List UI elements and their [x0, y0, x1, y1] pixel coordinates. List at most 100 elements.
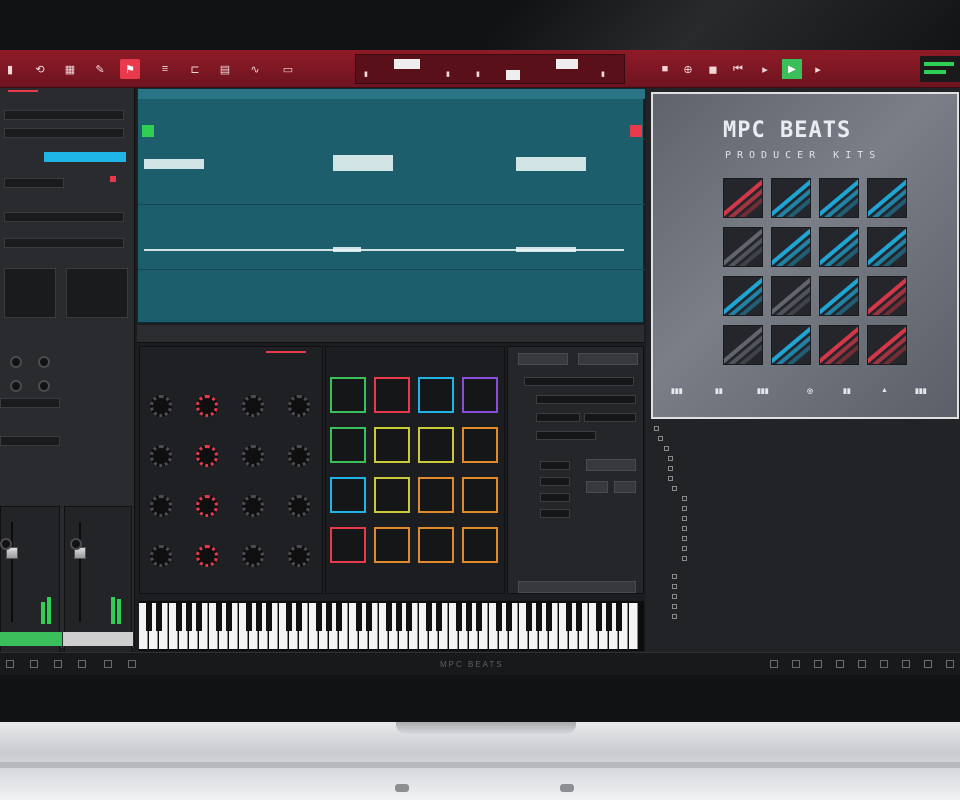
timeline-ruler[interactable] [138, 89, 645, 99]
pad-13[interactable] [330, 377, 366, 413]
black-key[interactable] [596, 603, 602, 631]
kit-tile[interactable] [723, 227, 763, 267]
qlink-knob-16[interactable] [288, 545, 310, 567]
black-key[interactable] [496, 603, 502, 631]
pad-1[interactable] [330, 527, 366, 563]
qlink-knob-9[interactable] [150, 495, 172, 517]
pad-8[interactable] [462, 477, 498, 513]
pan-knob[interactable] [10, 356, 22, 368]
view-icon[interactable] [104, 660, 112, 668]
black-key[interactable] [576, 603, 582, 631]
master-name-strip[interactable] [63, 632, 133, 646]
black-key[interactable] [196, 603, 202, 631]
tab-project[interactable] [266, 351, 306, 353]
black-key[interactable] [356, 603, 362, 631]
black-key[interactable] [316, 603, 322, 631]
panel-icon[interactable] [924, 660, 932, 668]
track-name-strip[interactable] [0, 632, 62, 646]
panel-icon[interactable] [946, 660, 954, 668]
black-key[interactable] [266, 603, 272, 631]
qlink-knob-6[interactable] [196, 445, 218, 467]
pad-9[interactable] [330, 427, 366, 463]
qlink-knob-5[interactable] [150, 445, 172, 467]
pad-param-field[interactable] [524, 377, 634, 386]
play-button[interactable]: ▶ [782, 59, 802, 79]
qlink-knob-2[interactable] [196, 395, 218, 417]
pad-6[interactable] [374, 477, 410, 513]
pad-param-field[interactable] [536, 413, 580, 422]
pad-15[interactable] [418, 377, 454, 413]
view-icon[interactable] [30, 660, 38, 668]
kit-tile[interactable] [867, 178, 907, 218]
note-mode-button[interactable] [578, 353, 638, 365]
black-key[interactable] [406, 603, 412, 631]
send-knob[interactable] [38, 380, 50, 392]
black-key[interactable] [466, 603, 472, 631]
stop-icon[interactable]: ◼ [703, 59, 723, 79]
browser-file[interactable] [682, 536, 690, 543]
kit-tile[interactable] [723, 178, 763, 218]
browser-file[interactable] [682, 546, 690, 553]
track-name-field[interactable] [4, 110, 124, 120]
black-key[interactable] [536, 603, 542, 631]
black-key[interactable] [216, 603, 222, 631]
midi-region[interactable] [333, 247, 361, 252]
qlink-knob-11[interactable] [242, 495, 264, 517]
automation-field[interactable] [0, 398, 60, 408]
counter-field[interactable] [506, 70, 520, 80]
pad-11[interactable] [418, 427, 454, 463]
black-key[interactable] [156, 603, 162, 631]
play-start-icon[interactable]: ▸ [755, 59, 775, 79]
browser-folder[interactable] [672, 584, 680, 591]
qlink-knob-14[interactable] [196, 545, 218, 567]
pad-5[interactable] [330, 477, 366, 513]
black-key[interactable] [396, 603, 402, 631]
browser-file[interactable] [682, 506, 690, 513]
black-key[interactable] [256, 603, 262, 631]
qlink-knob-4[interactable] [288, 395, 310, 417]
browser-folder[interactable] [672, 614, 680, 621]
mixer-pan-knob[interactable] [0, 538, 12, 550]
insert-slot[interactable] [4, 238, 124, 248]
audio-region[interactable] [516, 157, 586, 171]
black-key[interactable] [336, 603, 342, 631]
pad-2[interactable] [374, 527, 410, 563]
record-icon[interactable]: ■ [655, 59, 675, 79]
kit-tile[interactable] [771, 276, 811, 316]
pad-option-button[interactable] [586, 481, 608, 493]
browser-folder[interactable] [654, 426, 662, 433]
browser-folder[interactable] [668, 476, 676, 483]
pad-param-field[interactable] [540, 509, 570, 518]
folder-icon[interactable]: ▭ [278, 59, 298, 79]
pencil-icon[interactable]: ✎ [90, 59, 110, 79]
pad-3[interactable] [418, 527, 454, 563]
black-key[interactable] [456, 603, 462, 631]
pad-mode-button[interactable] [518, 353, 568, 365]
black-key[interactable] [186, 603, 192, 631]
panel-icon[interactable] [792, 660, 800, 668]
kit-tile[interactable] [819, 325, 859, 365]
pad-14[interactable] [374, 377, 410, 413]
browser-file[interactable] [682, 556, 690, 563]
next-icon[interactable]: ▸ [808, 59, 828, 79]
kit-tile[interactable] [819, 276, 859, 316]
kit-tile[interactable] [771, 178, 811, 218]
insert-list[interactable] [66, 268, 128, 318]
output-field[interactable] [4, 178, 64, 188]
piano-keyboard[interactable] [139, 601, 644, 651]
black-key[interactable] [386, 603, 392, 631]
panel-icon[interactable] [902, 660, 910, 668]
black-key[interactable] [476, 603, 482, 631]
loop-end-marker[interactable] [630, 125, 642, 137]
bracket-icon[interactable]: ⊏ [185, 59, 205, 79]
qlink-knob-7[interactable] [242, 445, 264, 467]
routing-field[interactable] [0, 436, 60, 446]
kit-tile[interactable] [867, 276, 907, 316]
panel-icon[interactable] [858, 660, 866, 668]
black-key[interactable] [506, 603, 512, 631]
black-key[interactable] [566, 603, 572, 631]
browser-folder[interactable] [658, 436, 666, 443]
black-key[interactable] [426, 603, 432, 631]
qlink-knob-12[interactable] [288, 495, 310, 517]
pan-knob[interactable] [10, 380, 22, 392]
